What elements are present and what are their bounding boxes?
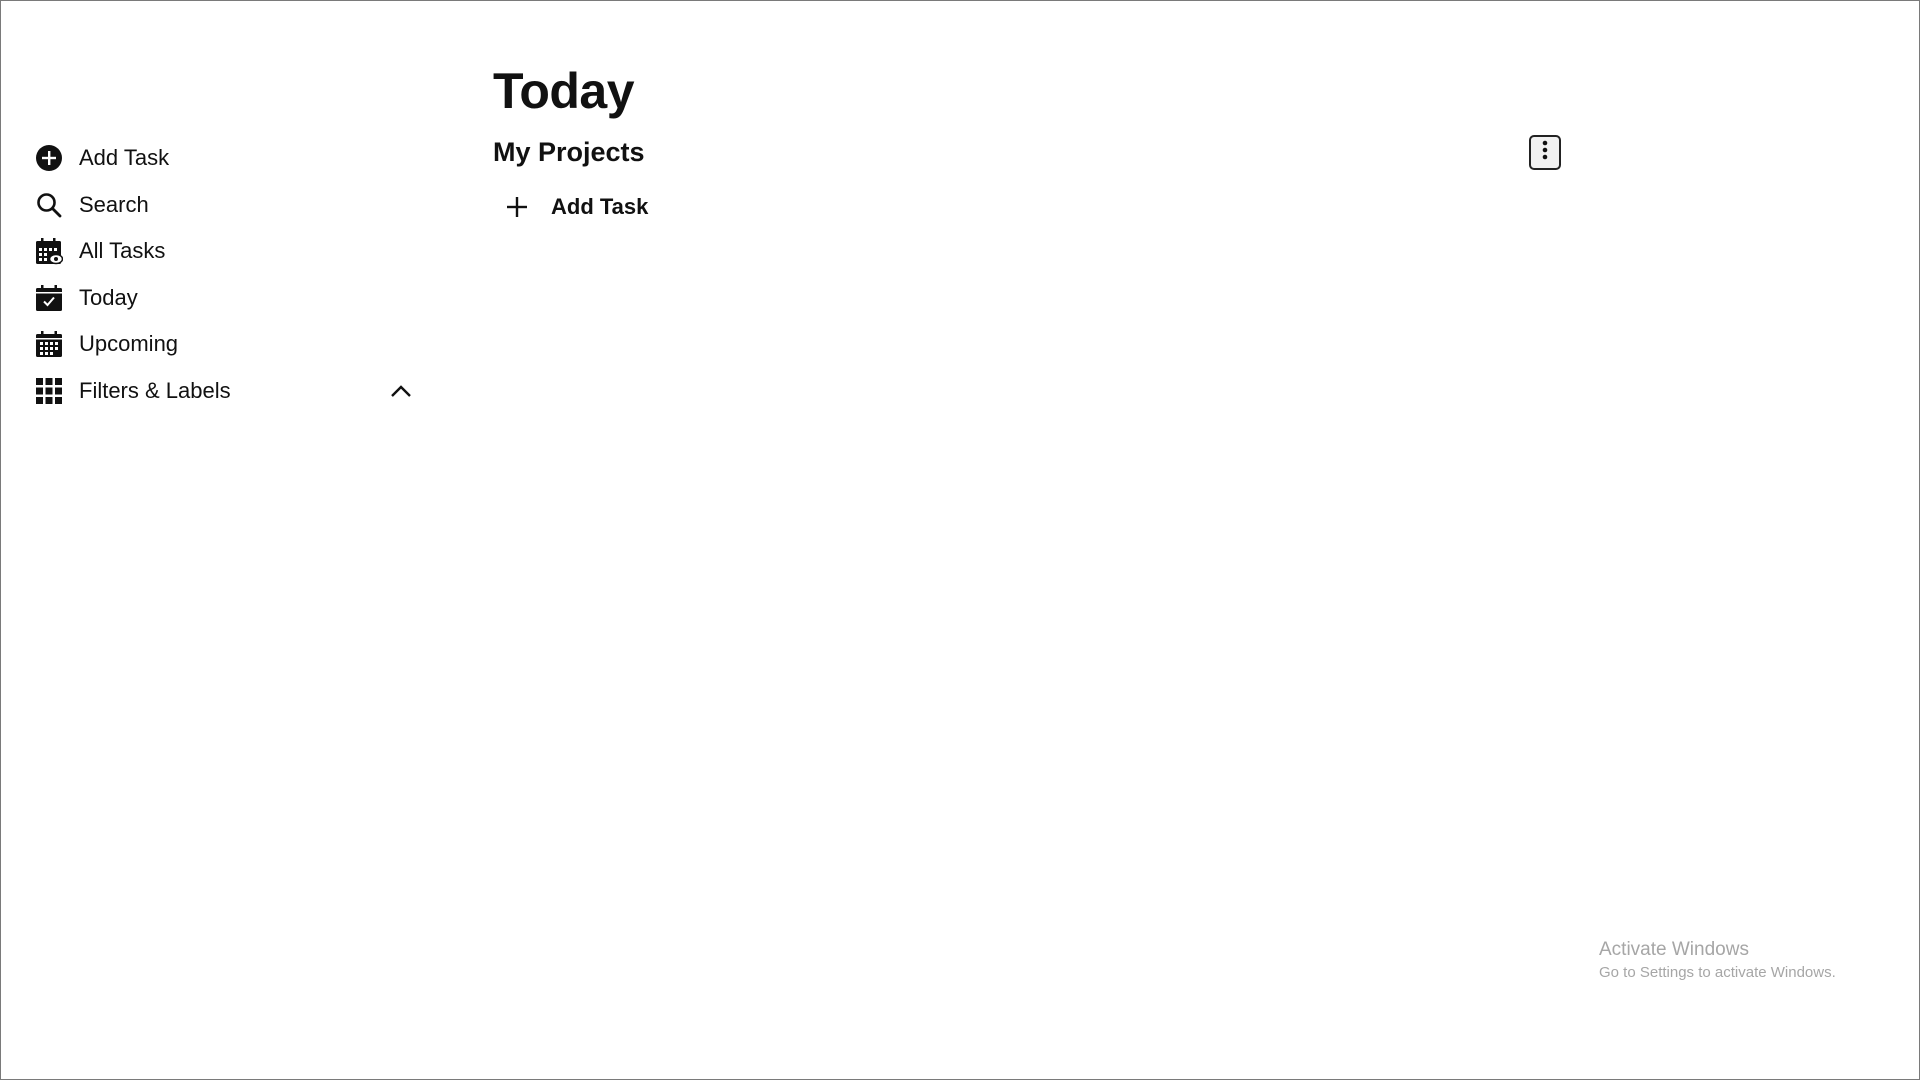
section-menu-button[interactable] [1529, 135, 1561, 170]
add-task-label: Add Task [551, 194, 649, 219]
grid-icon [35, 377, 63, 405]
app-window: Add Task Search All Tasks Today Upcoming… [0, 0, 1920, 1080]
sidebar-item-label: Filters & Labels [79, 377, 231, 403]
section-title: My Projects [493, 136, 645, 167]
sidebar-item-label: Today [79, 284, 138, 310]
sidebar: Add Task Search All Tasks Today Upcoming… [35, 135, 425, 414]
calendar-icon [35, 330, 63, 358]
watermark-subtitle: Go to Settings to activate Windows. [1599, 964, 1836, 981]
search-icon [35, 191, 63, 219]
calendar-view-icon [35, 237, 63, 265]
sidebar-item-label: Search [79, 191, 149, 217]
plus-icon [501, 191, 533, 223]
add-circle-icon [35, 144, 63, 172]
more-vertical-icon [1541, 139, 1549, 166]
activation-watermark: Activate Windows Go to Settings to activ… [1599, 937, 1836, 983]
main-content: Today My Projects Add Task [493, 59, 1573, 227]
sidebar-item-filters-labels[interactable]: Filters & Labels [35, 368, 425, 415]
chevron-up-icon[interactable] [387, 377, 415, 405]
project-section-header: My Projects [493, 127, 1573, 177]
sidebar-item-upcoming[interactable]: Upcoming [35, 321, 425, 368]
calendar-check-icon [35, 284, 63, 312]
page-title: Today [493, 63, 635, 119]
add-task-button[interactable]: Add Task [493, 187, 1573, 227]
watermark-title: Activate Windows [1599, 939, 1749, 960]
sidebar-item-add-task[interactable]: Add Task [35, 135, 425, 182]
sidebar-item-search[interactable]: Search [35, 182, 425, 229]
sidebar-item-label: All Tasks [79, 238, 166, 264]
sidebar-item-label: Add Task [79, 145, 170, 171]
sidebar-item-today[interactable]: Today [35, 275, 425, 322]
sidebar-item-all-tasks[interactable]: All Tasks [35, 228, 425, 275]
sidebar-item-label: Upcoming [79, 331, 179, 357]
